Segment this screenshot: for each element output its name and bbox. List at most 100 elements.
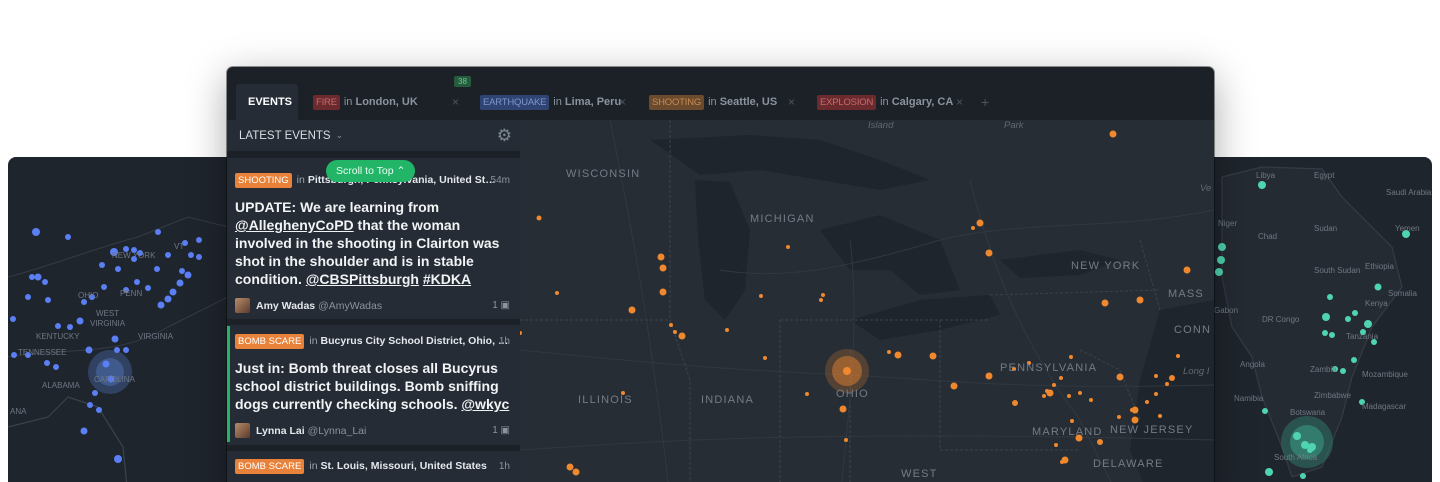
event-marker[interactable]	[1089, 398, 1093, 402]
close-icon[interactable]: ×	[619, 95, 626, 109]
incident-marker[interactable]	[123, 347, 129, 353]
incident-marker[interactable]	[92, 390, 98, 396]
incident-marker[interactable]	[1374, 283, 1382, 291]
close-icon[interactable]: ×	[452, 95, 459, 109]
incident-marker[interactable]	[1322, 313, 1330, 321]
mention-link[interactable]: @wkyc	[461, 396, 509, 412]
event-marker[interactable]	[659, 264, 667, 272]
event-marker[interactable]	[1136, 296, 1144, 304]
event-marker[interactable]	[971, 226, 975, 230]
hashtag-link[interactable]: #KDKA	[423, 271, 471, 287]
event-marker[interactable]	[566, 463, 574, 471]
avatar[interactable]	[235, 423, 250, 438]
incident-marker[interactable]	[32, 228, 40, 236]
event-marker[interactable]	[572, 468, 580, 476]
tab-earthquake-lima[interactable]: EARTHQUAKE in Lima, Peru ×	[480, 84, 626, 120]
event-marker[interactable]	[536, 215, 542, 221]
event-card[interactable]: SHOOTING in Pittsburgh, Pennsylvania, Un…	[227, 171, 520, 314]
event-marker[interactable]	[1059, 376, 1063, 380]
incident-marker[interactable]	[101, 284, 107, 290]
event-location[interactable]: St. Louis, Missouri, United States	[321, 460, 487, 472]
event-marker[interactable]	[1097, 439, 1103, 445]
mention-link[interactable]: @AlleghenyCoPD	[235, 217, 354, 233]
avatar[interactable]	[235, 298, 250, 313]
incident-marker[interactable]	[87, 402, 93, 408]
event-marker[interactable]	[657, 253, 665, 261]
incident-marker[interactable]	[196, 237, 202, 243]
event-marker[interactable]	[1101, 299, 1109, 307]
incident-marker[interactable]	[1345, 316, 1351, 322]
event-marker[interactable]	[1012, 400, 1018, 406]
event-marker[interactable]	[555, 291, 559, 295]
event-marker[interactable]	[1169, 375, 1175, 381]
author-name[interactable]: Amy Wadas	[256, 300, 315, 312]
event-marker[interactable]	[1116, 373, 1124, 381]
event-marker[interactable]	[673, 330, 677, 334]
incident-marker[interactable]	[111, 335, 119, 343]
scroll-to-top-button[interactable]: Scroll to Top ⌃	[326, 160, 416, 182]
gear-icon[interactable]: ⚙	[497, 126, 512, 146]
event-marker[interactable]	[1046, 389, 1054, 397]
tab-fire-london[interactable]: FIRE in London, UK ×	[313, 84, 459, 120]
event-marker[interactable]	[821, 293, 825, 297]
incident-marker[interactable]	[45, 297, 51, 303]
chevron-down-icon[interactable]: ⌄	[336, 130, 344, 141]
event-marker[interactable]	[1176, 354, 1180, 358]
event-marker[interactable]	[887, 350, 891, 354]
incident-marker[interactable]	[1322, 330, 1328, 336]
incident-marker[interactable]	[96, 407, 102, 413]
incident-marker[interactable]	[25, 294, 31, 300]
event-marker[interactable]	[1158, 414, 1162, 418]
event-marker[interactable]	[1060, 460, 1064, 464]
event-marker[interactable]	[839, 405, 847, 413]
event-marker[interactable]	[725, 328, 729, 332]
event-marker[interactable]	[759, 294, 763, 298]
event-marker[interactable]	[1165, 382, 1169, 386]
event-marker[interactable]	[844, 438, 848, 442]
event-marker[interactable]	[950, 382, 958, 390]
incident-marker[interactable]	[169, 288, 177, 296]
event-marker[interactable]	[1067, 394, 1071, 398]
event-marker[interactable]	[1078, 391, 1082, 395]
event-marker[interactable]	[1052, 383, 1056, 387]
incident-marker[interactable]	[1301, 441, 1309, 449]
author-handle[interactable]: @Lynna_Lai	[308, 425, 367, 437]
incident-marker[interactable]	[1217, 256, 1225, 264]
incident-marker[interactable]	[196, 254, 202, 260]
incident-marker[interactable]	[188, 252, 194, 258]
incident-marker[interactable]	[1293, 432, 1301, 440]
event-marker[interactable]	[1109, 130, 1117, 138]
event-map[interactable]: WISCONSIN MICHIGAN NEW YORK MASS CONN PE…	[520, 120, 1214, 482]
event-marker[interactable]	[985, 249, 993, 257]
event-marker[interactable]	[678, 332, 686, 340]
incident-marker[interactable]	[34, 273, 42, 281]
incident-marker[interactable]	[29, 274, 35, 280]
incident-marker[interactable]	[65, 234, 71, 240]
event-marker[interactable]	[628, 306, 636, 314]
incident-marker[interactable]	[114, 347, 120, 353]
incident-marker[interactable]	[1218, 243, 1226, 251]
event-marker[interactable]	[1042, 394, 1046, 398]
event-marker[interactable]	[669, 323, 673, 327]
incident-marker[interactable]	[155, 229, 161, 235]
event-marker[interactable]	[659, 288, 667, 296]
event-card[interactable]: BOMB SCARE in Bucyrus City School Distri…	[227, 326, 520, 442]
event-marker[interactable]	[1054, 443, 1058, 447]
tab-explosion-calgary[interactable]: EXPLOSION in Calgary, CA ×	[817, 84, 963, 120]
close-icon[interactable]: ×	[956, 95, 963, 109]
event-marker[interactable]	[1154, 392, 1158, 396]
incident-marker[interactable]	[179, 268, 185, 274]
event-marker[interactable]	[1070, 419, 1074, 423]
event-marker[interactable]	[1131, 416, 1139, 424]
incident-marker[interactable]	[164, 295, 172, 303]
event-location[interactable]: Bucyrus City School District, Ohio, Uni.…	[321, 335, 511, 347]
incident-marker[interactable]	[115, 266, 121, 272]
incident-marker[interactable]	[44, 360, 50, 366]
event-marker[interactable]	[1183, 266, 1191, 274]
incident-marker[interactable]	[99, 262, 105, 268]
incident-marker[interactable]	[134, 279, 140, 285]
incident-marker[interactable]	[85, 346, 93, 354]
add-tab-icon[interactable]: +	[981, 94, 989, 110]
incident-marker[interactable]	[1329, 332, 1335, 338]
incident-marker[interactable]	[1258, 181, 1266, 189]
